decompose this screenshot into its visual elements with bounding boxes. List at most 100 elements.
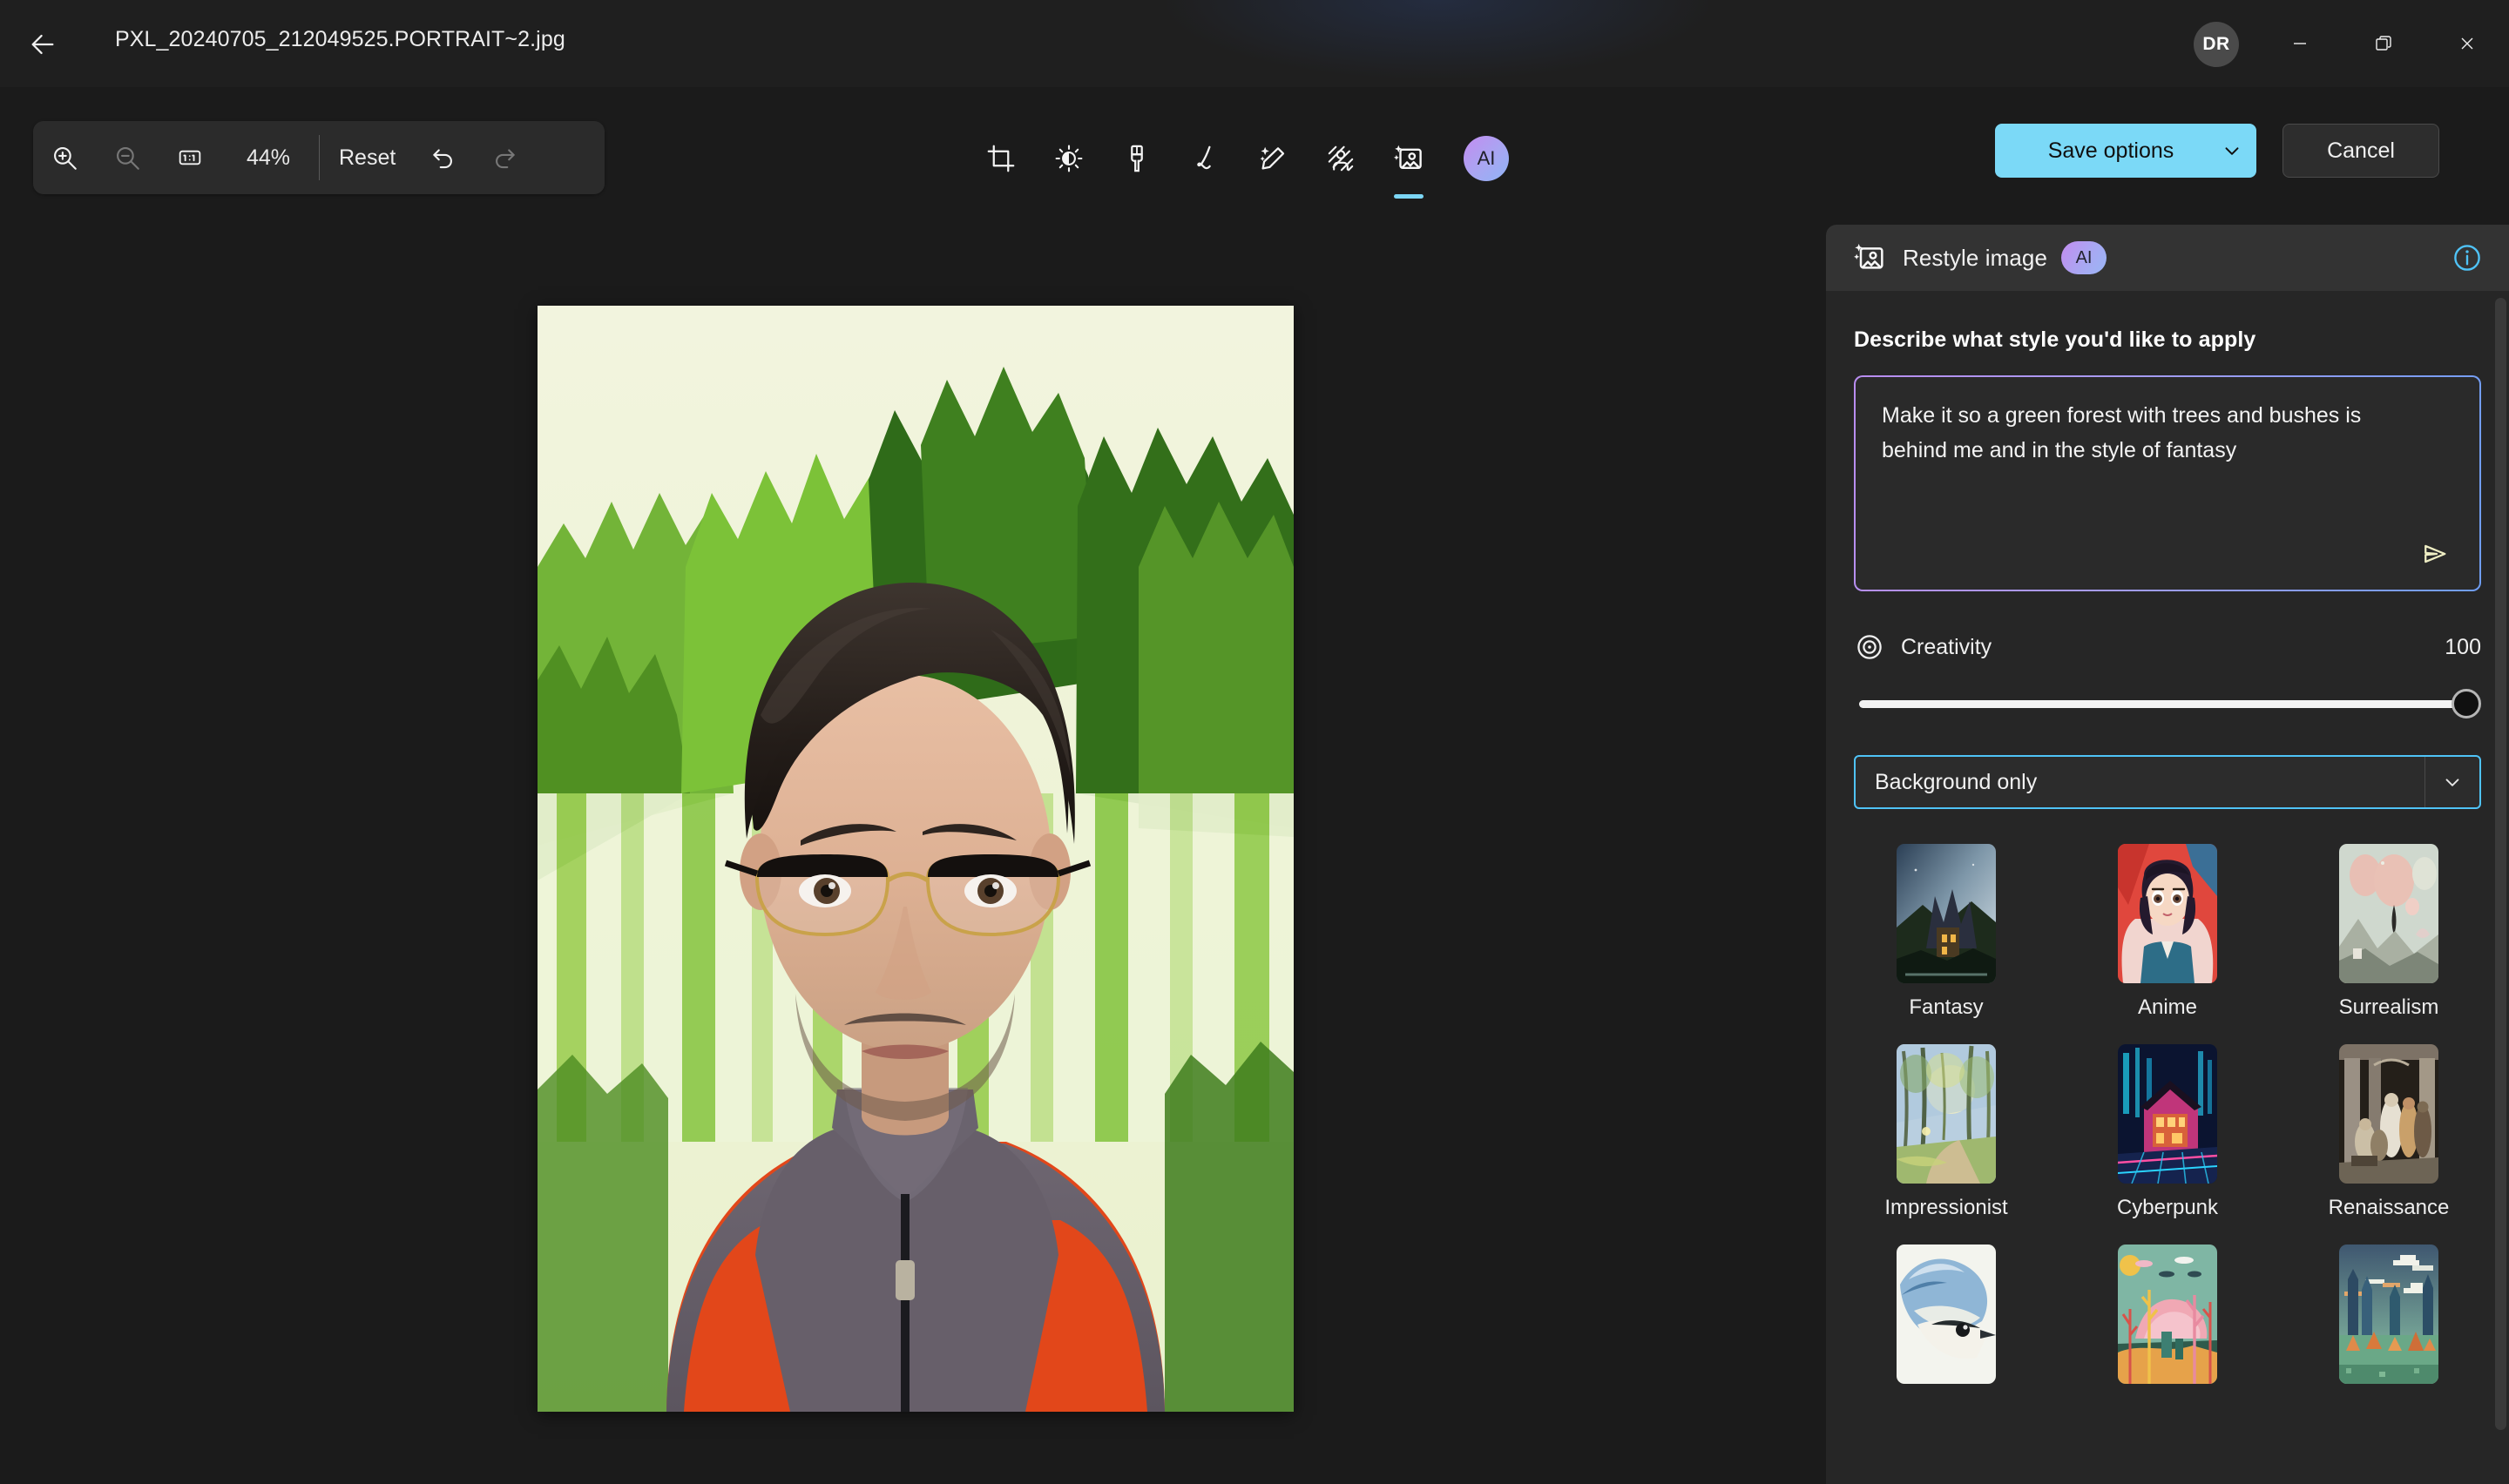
style-preset-watercolor[interactable] [1854,1245,2039,1396]
undo-button[interactable] [411,130,474,186]
style-label: Surrealism [2339,995,2439,1020]
style-thumbnail [1897,1245,1996,1384]
undo-icon [428,143,457,172]
style-thumbnail [2118,1245,2217,1384]
edit-tools-toolbar: AI [976,122,1509,195]
style-preset-pixel[interactable] [2296,1245,2481,1396]
edited-photo[interactable] [538,306,1294,1412]
tool-crop[interactable] [976,133,1026,184]
style-label: Anime [2138,995,2197,1020]
image-canvas[interactable] [0,209,1826,1484]
title-bar: PXL_20240705_212049525.PORTRAIT~2.jpg DR [0,0,2509,87]
creativity-row: Creativity 100 [1854,631,2481,663]
window-title: PXL_20240705_212049525.PORTRAIT~2.jpg [115,27,565,52]
zoom-out-icon [112,143,142,172]
style-label: Cyberpunk [2117,1196,2218,1220]
prompt-text: Make it so a green forest with trees and… [1882,398,2431,468]
panel-body: Describe what style you'd like to apply … [1826,327,2509,1484]
style-preset-impressionist[interactable]: Impressionist [1854,1044,2039,1220]
save-options-chevron[interactable] [2208,139,2256,162]
tool-adjust[interactable] [1044,133,1094,184]
style-preset-renaissance[interactable]: Renaissance [2296,1044,2481,1220]
slider-fill [1859,700,2457,708]
background-blur-icon [1325,143,1356,174]
send-arrow-icon [2420,539,2450,569]
info-button[interactable] [2448,239,2486,277]
style-preset-anime[interactable]: Anime [2075,844,2260,1020]
restyle-image-icon [1392,142,1425,175]
style-thumbnail [2339,1245,2438,1384]
close-button[interactable] [2425,0,2509,87]
surrealism-thumb-art [2339,844,2438,983]
reset-button[interactable]: Reset [323,132,411,184]
style-presets-grid: Fantasy [1854,844,2481,1396]
papercut-thumb-art [2118,1245,2217,1384]
target-icon [1854,631,1885,663]
minimize-icon [2289,33,2310,54]
tool-restyle-image[interactable] [1383,133,1434,184]
fantasy-thumb-art [1897,844,1996,983]
style-preset-fantasy[interactable]: Fantasy [1854,844,2039,1020]
scope-select[interactable]: Background only [1854,755,2481,809]
restore-icon [2373,33,2394,54]
minimize-button[interactable] [2258,0,2342,87]
maximize-button[interactable] [2342,0,2425,87]
creativity-slider[interactable] [1854,689,2481,718]
style-label: Renaissance [2329,1196,2450,1220]
tool-erase[interactable] [1248,133,1298,184]
scope-select-chevron[interactable] [2425,771,2479,793]
zoom-percent: 44% [221,145,315,171]
redo-button[interactable] [474,130,537,186]
pen-markup-icon [1189,143,1221,174]
tool-background-blur[interactable] [1315,133,1366,184]
panel-scrollbar[interactable] [2495,298,2506,1430]
back-button[interactable] [19,21,66,68]
save-options-button[interactable]: Save options [1995,124,2256,178]
send-prompt-button[interactable] [2411,530,2458,577]
style-preset-papercut[interactable] [2075,1245,2260,1396]
style-thumbnail [2339,1044,2438,1184]
panel-ai-badge-label: AI [2076,248,2093,268]
avatar-initials: DR [2202,34,2229,55]
actual-size-button[interactable] [159,130,221,186]
creativity-value: 100 [2445,635,2481,660]
slider-thumb[interactable] [2452,689,2481,718]
restyle-image-panel: Restyle image AI Describe what style you… [1826,225,2509,1484]
style-thumbnail [2339,844,2438,983]
pixel-landscape-thumb-art [2339,1245,2438,1384]
zoom-in-icon [50,143,79,172]
creativity-label: Creativity [1901,635,1992,660]
avatar[interactable]: DR [2194,22,2239,67]
panel-title: Restyle image [1903,245,2047,272]
prompt-section-label: Describe what style you'd like to apply [1854,327,2481,353]
watercolor-bird-thumb-art [1897,1245,1996,1384]
zoom-in-button[interactable] [33,130,96,186]
back-arrow-icon [28,30,57,59]
anime-thumb-art [2118,844,2217,983]
title-bar-glow [1167,0,1708,78]
one-to-one-icon [176,144,204,172]
style-preset-surrealism[interactable]: Surrealism [2296,844,2481,1020]
restyle-image-icon [1852,240,1887,275]
tool-retouch[interactable] [1112,133,1162,184]
style-thumbnail [1897,1044,1996,1184]
zoom-out-button[interactable] [96,130,159,186]
tool-markup[interactable] [1180,133,1230,184]
prompt-input[interactable]: Make it so a green forest with trees and… [1856,377,2479,590]
cyberpunk-thumb-art [2118,1044,2217,1184]
cancel-label: Cancel [2327,138,2395,164]
portrait-subject [538,306,1294,1412]
ai-badge-toolbar[interactable]: AI [1464,136,1509,181]
cancel-button[interactable]: Cancel [2282,124,2439,178]
style-thumbnail [2118,1044,2217,1184]
style-preset-cyberpunk[interactable]: Cyberpunk [2075,1044,2260,1220]
magic-eraser-icon [1257,143,1288,174]
reset-label: Reset [339,145,396,171]
chevron-down-icon [2441,771,2464,793]
panel-ai-badge: AI [2061,241,2107,274]
zoom-toolbar: 44% Reset [33,121,605,194]
chevron-down-icon [2221,139,2243,162]
crop-icon [985,143,1017,174]
ai-badge-toolbar-label: AI [1478,147,1496,170]
redo-icon [490,143,520,172]
